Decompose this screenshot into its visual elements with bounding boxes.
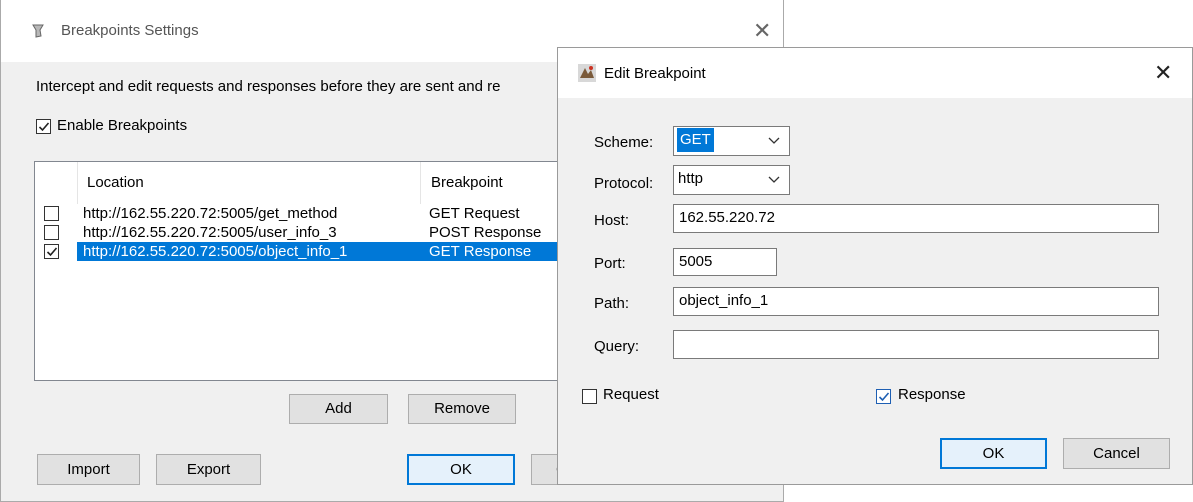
export-button[interactable]: Export: [156, 454, 261, 485]
row-checkbox[interactable]: [44, 206, 59, 221]
edit-titlebar: Edit Breakpoint ✕: [558, 48, 1192, 98]
edit-dialog-title: Edit Breakpoint: [604, 65, 706, 82]
request-checkbox[interactable]: [582, 389, 597, 404]
request-label[interactable]: Request: [603, 386, 659, 403]
import-button[interactable]: Import: [37, 454, 140, 485]
row-checkbox[interactable]: [44, 225, 59, 240]
path-label: Path:: [594, 295, 630, 312]
host-input[interactable]: 162.55.220.72: [673, 204, 1159, 233]
response-checkbox[interactable]: [876, 389, 891, 404]
edit-breakpoint-dialog: Edit Breakpoint ✕ Scheme: GET Protocol: …: [557, 47, 1193, 485]
add-button[interactable]: Add: [289, 394, 388, 424]
row-location: http://162.55.220.72:5005/get_method: [83, 205, 338, 222]
protocol-label: Protocol:: [594, 175, 654, 192]
ok-button[interactable]: OK: [940, 438, 1047, 469]
close-icon[interactable]: ✕: [1154, 62, 1172, 84]
breakpoint-edit-icon: [578, 64, 596, 82]
close-icon[interactable]: ✕: [753, 20, 771, 42]
ok-button[interactable]: OK: [407, 454, 515, 485]
port-input[interactable]: 5005: [673, 248, 777, 276]
scheme-label: Scheme:: [594, 134, 654, 151]
breakpoints-table: Location Breakpoint http://162.55.220.72…: [34, 161, 562, 381]
row-location: http://162.55.220.72:5005/user_info_3: [83, 224, 337, 241]
column-header-breakpoint[interactable]: Breakpoint: [431, 162, 503, 204]
response-label[interactable]: Response: [898, 386, 966, 403]
row-breakpoint: POST Response: [429, 224, 542, 241]
host-label: Host:: [594, 212, 630, 229]
protocol-select[interactable]: http: [673, 165, 790, 195]
table-row[interactable]: http://162.55.220.72:5005/object_info_1 …: [35, 242, 561, 261]
breakpoint-app-icon: [31, 24, 45, 38]
row-location: http://162.55.220.72:5005/object_info_1: [83, 243, 348, 260]
row-breakpoint: GET Request: [429, 205, 520, 222]
row-breakpoint: GET Response: [429, 243, 532, 260]
bp-description: Intercept and edit requests and response…: [36, 78, 501, 95]
scheme-select[interactable]: GET: [673, 126, 790, 156]
protocol-value: http: [678, 170, 704, 187]
query-label: Query:: [594, 338, 640, 355]
chevron-down-icon: [768, 176, 780, 183]
row-checkbox[interactable]: [44, 244, 59, 259]
chevron-down-icon: [768, 137, 780, 144]
column-header-location[interactable]: Location: [87, 162, 144, 204]
cancel-button[interactable]: Cancel: [1063, 438, 1170, 469]
bp-window-title: Breakpoints Settings: [61, 22, 199, 39]
enable-breakpoints-checkbox[interactable]: [36, 119, 51, 134]
column-divider: [420, 162, 421, 204]
enable-breakpoints-label[interactable]: Enable Breakpoints: [57, 117, 187, 134]
query-input[interactable]: [673, 330, 1159, 359]
path-input[interactable]: object_info_1: [673, 287, 1159, 316]
table-row[interactable]: http://162.55.220.72:5005/get_method GET…: [35, 204, 561, 223]
port-label: Port:: [594, 255, 626, 272]
table-row[interactable]: http://162.55.220.72:5005/user_info_3 PO…: [35, 223, 561, 242]
column-divider: [77, 162, 78, 204]
scheme-value: GET: [677, 128, 714, 152]
remove-button[interactable]: Remove: [408, 394, 516, 424]
